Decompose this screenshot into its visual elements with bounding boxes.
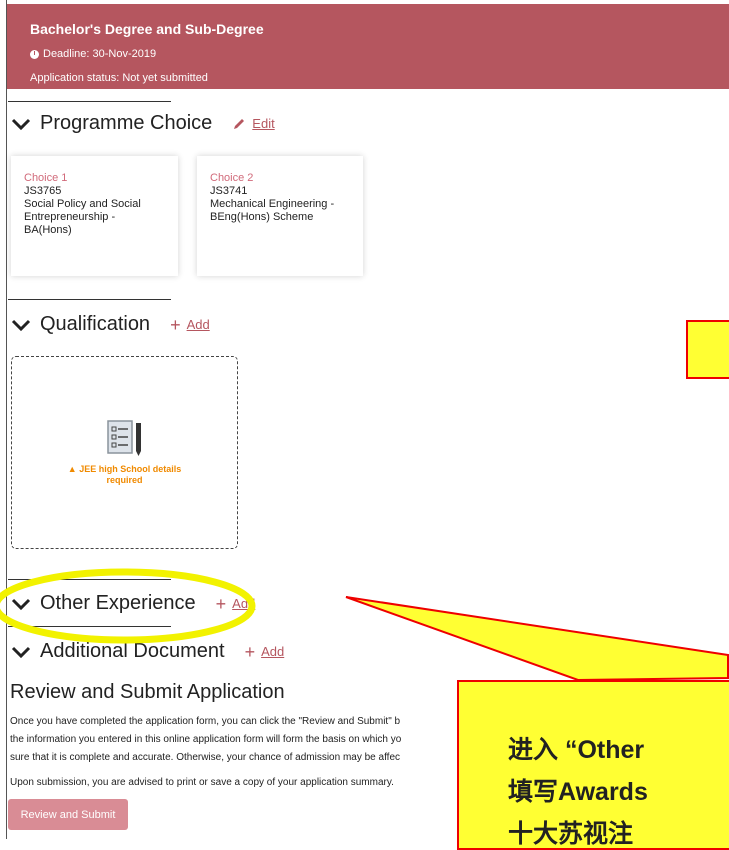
pencil-icon — [234, 118, 245, 129]
section-other-experience: Other Experience + Add — [10, 592, 255, 615]
programme-name-line: Entrepreneurship - — [24, 211, 116, 223]
programme-code: JS3765 — [24, 185, 62, 197]
warning-line: JEE high School details — [79, 464, 182, 474]
clock-icon — [30, 49, 39, 59]
add-other-experience-button[interactable]: + Add — [216, 595, 256, 613]
annotation-highlight-box — [686, 320, 729, 379]
edit-link[interactable]: Edit — [252, 116, 274, 131]
plus-icon: + — [244, 641, 256, 662]
choice-card[interactable]: Choice 1 JS3765 Social Policy and Social… — [11, 156, 178, 276]
section-divider — [8, 299, 171, 300]
review-instructions-line: sure that it is complete and accurate. O… — [10, 752, 401, 763]
add-document-button[interactable]: + Add — [245, 643, 285, 661]
choice-card[interactable]: Choice 2 JS3741 Mechanical Engineering -… — [197, 156, 363, 276]
choice-label: Choice 2 — [210, 172, 254, 184]
chevron-down-icon[interactable] — [10, 115, 32, 133]
section-additional-document: Additional Document + Add — [10, 640, 284, 663]
warning-icon: ▲ — [67, 464, 77, 474]
section-qualification: Qualification + Add — [10, 313, 210, 336]
section-divider — [8, 579, 171, 580]
review-section-title: Review and Submit Application — [10, 681, 285, 703]
section-title: Other Experience — [40, 592, 196, 614]
review-instructions-line: the information you entered in this onli… — [10, 734, 402, 745]
chevron-down-icon[interactable] — [10, 595, 32, 613]
add-link[interactable]: Add — [261, 644, 284, 659]
add-link[interactable]: Add — [187, 317, 210, 332]
chevron-down-icon[interactable] — [10, 316, 32, 334]
application-banner: Bachelor's Degree and Sub-Degree Deadlin… — [7, 4, 729, 89]
submission-note: Upon submission, you are advised to prin… — [10, 777, 394, 788]
deadline-row: Deadline: 30-Nov-2019 — [30, 48, 156, 60]
annotation-callout: 进入 “Other 填写Awards 十大苏视注 — [457, 680, 729, 850]
programme-name-line: BA(Hons) — [24, 224, 72, 236]
callout-line: 十大苏视注 — [508, 820, 634, 848]
edit-programme-button[interactable]: Edit — [232, 116, 275, 131]
programme-code: JS3741 — [210, 185, 248, 197]
choice-label: Choice 1 — [24, 172, 68, 184]
section-divider — [8, 101, 171, 102]
application-status: Application status: Not yet submitted — [30, 72, 208, 84]
plus-icon: + — [215, 593, 227, 614]
section-programme-choice: Programme Choice Edit — [10, 112, 275, 135]
section-divider — [8, 626, 171, 627]
add-link[interactable]: Add — [232, 596, 255, 611]
section-title: Additional Document — [40, 640, 225, 662]
section-title: Programme Choice — [40, 112, 213, 134]
callout-line: 进入 “Other — [508, 736, 645, 764]
add-qualification-button[interactable]: + Add — [170, 316, 210, 334]
plus-icon: + — [170, 314, 181, 335]
review-and-submit-button[interactable]: Review and Submit — [8, 799, 128, 830]
programme-name-line: BEng(Hons) Scheme — [210, 211, 314, 223]
qualification-warning: ▲ JEE high School details required — [12, 464, 237, 486]
qualification-card[interactable]: ▲ JEE high School details required — [11, 356, 238, 549]
chevron-down-icon[interactable] — [10, 643, 32, 661]
programme-name-line: Social Policy and Social — [24, 198, 141, 210]
deadline-text: Deadline: 30-Nov-2019 — [43, 48, 157, 60]
section-title: Qualification — [40, 313, 151, 335]
warning-line: required — [106, 475, 143, 485]
callout-line: 填写Awards — [508, 778, 648, 806]
checklist-document-icon — [107, 420, 141, 456]
programme-name-line: Mechanical Engineering - — [210, 198, 335, 210]
programme-type-title: Bachelor's Degree and Sub-Degree — [30, 21, 264, 37]
review-instructions-line: Once you have completed the application … — [10, 716, 401, 727]
